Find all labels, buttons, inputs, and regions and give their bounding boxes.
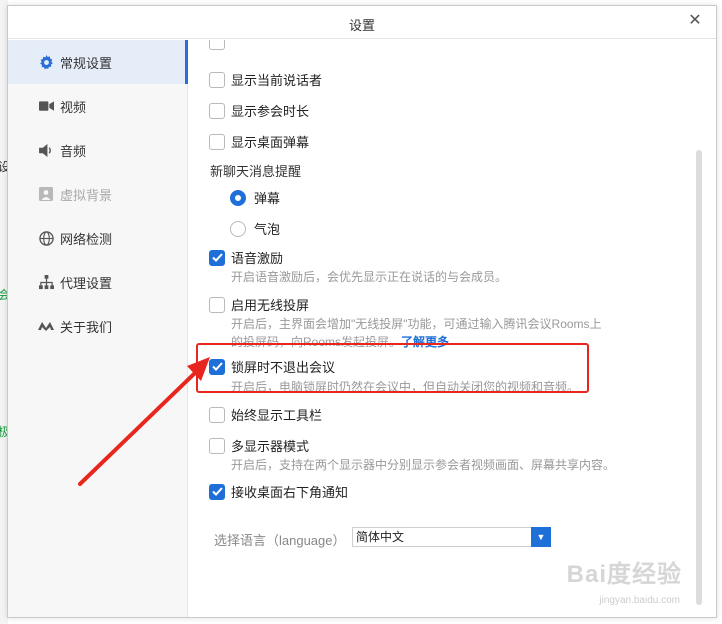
- checkbox[interactable]: [209, 71, 225, 88]
- setting-voice-motivation[interactable]: 语音激励: [209, 248, 283, 267]
- checkbox[interactable]: [209, 406, 225, 423]
- setting-label: 多显示器模式: [231, 439, 310, 454]
- setting-description: 开启语音激励后，会优先显示正在说话的与会成员。: [231, 270, 508, 284]
- radio-label: 弹幕: [254, 191, 281, 206]
- setting-label: 始终显示工具栏: [231, 408, 323, 423]
- description-line: 开启后，主界面会增加"无线投屏"功能，可通过输入腾讯会议Rooms上: [231, 317, 602, 331]
- checkbox-checked[interactable]: [209, 249, 225, 266]
- sidebar-item-label: 视频: [60, 99, 87, 115]
- setting-show-current-speaker[interactable]: 显示当前说话者: [209, 70, 322, 89]
- sidebar-item-about[interactable]: 关于我们: [8, 304, 187, 348]
- sidebar-item-video[interactable]: 视频: [8, 84, 187, 128]
- sidebar-item-network-test[interactable]: 网络检测: [8, 216, 187, 260]
- setting-description: 开启后，支持在两个显示器中分别显示参会者视频画面、屏幕共享内容。: [231, 458, 616, 472]
- sidebar-item-label: 代理设置: [60, 275, 113, 291]
- sidebar-item-general[interactable]: 常规设置: [8, 40, 188, 84]
- globe-icon: [38, 230, 54, 246]
- sidebar-item-virtual-background[interactable]: 虚拟背景: [8, 172, 187, 216]
- sidebar-item-label: 常规设置: [60, 55, 113, 71]
- chat-reminder-label: 新聊天消息提醒: [210, 164, 302, 179]
- checkbox[interactable]: [209, 437, 225, 454]
- setting-label: 显示桌面弹幕: [231, 135, 310, 150]
- sidebar-item-label: 虚拟背景: [60, 187, 113, 203]
- annotation-highlight-box: [196, 343, 589, 393]
- watermark-url: jingyan.baidu.com: [599, 595, 680, 606]
- watermark: Bai度经验: [566, 561, 682, 588]
- title-bar: 设置 ✕: [8, 6, 716, 39]
- setting-label: 接收桌面右下角通知: [231, 485, 349, 500]
- sidebar-item-label: 关于我们: [60, 319, 113, 335]
- language-select[interactable]: 简体中文 ▼: [352, 527, 551, 547]
- setting-label: 启用无线投屏: [231, 298, 310, 313]
- sidebar-item-label: 音频: [60, 143, 87, 159]
- dialog-title: 设置: [348, 18, 375, 33]
- setting-label: 显示当前说话者: [231, 73, 323, 88]
- settings-dialog: 设置 ✕ 常规设置 视频 音频 虚拟背景 网络检测 代理设置 关于我们 显示当前…: [7, 5, 717, 618]
- settings-content: 显示当前说话者 显示参会时长 显示桌面弹幕 新聊天消息提醒 弹幕 气泡 语音激励…: [189, 40, 704, 617]
- sidebar: 常规设置 视频 音频 虚拟背景 网络检测 代理设置 关于我们: [8, 40, 188, 617]
- sidebar-item-audio[interactable]: 音频: [8, 128, 187, 172]
- checkbox[interactable]: [209, 133, 225, 150]
- checkbox[interactable]: [209, 102, 225, 119]
- setting-row-cut-off: [209, 40, 231, 50]
- checkbox[interactable]: [209, 296, 225, 313]
- setting-wireless-projection[interactable]: 启用无线投屏: [209, 295, 309, 314]
- setting-desktop-notify[interactable]: 接收桌面右下角通知: [209, 482, 348, 501]
- radio-option-danmaku[interactable]: 弹幕: [230, 188, 280, 207]
- setting-label: 语音激励: [231, 251, 284, 266]
- setting-show-meeting-duration[interactable]: 显示参会时长: [209, 101, 309, 120]
- video-icon: [38, 98, 54, 114]
- radio-label: 气泡: [254, 222, 281, 237]
- language-label: 选择语言（language）: [214, 533, 346, 548]
- setting-multi-monitor[interactable]: 多显示器模式: [209, 436, 309, 455]
- sidebar-item-label: 网络检测: [60, 231, 113, 247]
- setting-show-desktop-danmaku[interactable]: 显示桌面弹幕: [209, 132, 309, 151]
- chevron-down-icon[interactable]: ▼: [531, 527, 551, 547]
- network-icon: [38, 274, 54, 290]
- language-select-value: 简体中文: [356, 530, 405, 544]
- close-icon[interactable]: ✕: [685, 11, 705, 31]
- radio-button[interactable]: [230, 189, 246, 206]
- radio-option-bubble[interactable]: 气泡: [230, 219, 280, 238]
- gear-icon: [38, 54, 54, 70]
- checkbox-checked[interactable]: [209, 483, 225, 500]
- setting-always-toolbar[interactable]: 始终显示工具栏: [209, 405, 322, 424]
- portrait-icon: [38, 186, 54, 202]
- logo-icon: [38, 318, 54, 334]
- speaker-icon: [38, 142, 54, 158]
- sidebar-item-proxy[interactable]: 代理设置: [8, 260, 187, 304]
- setting-label: 显示参会时长: [231, 104, 310, 119]
- scrollbar[interactable]: [696, 150, 702, 605]
- radio-button[interactable]: [230, 220, 246, 237]
- checkbox[interactable]: [209, 40, 225, 50]
